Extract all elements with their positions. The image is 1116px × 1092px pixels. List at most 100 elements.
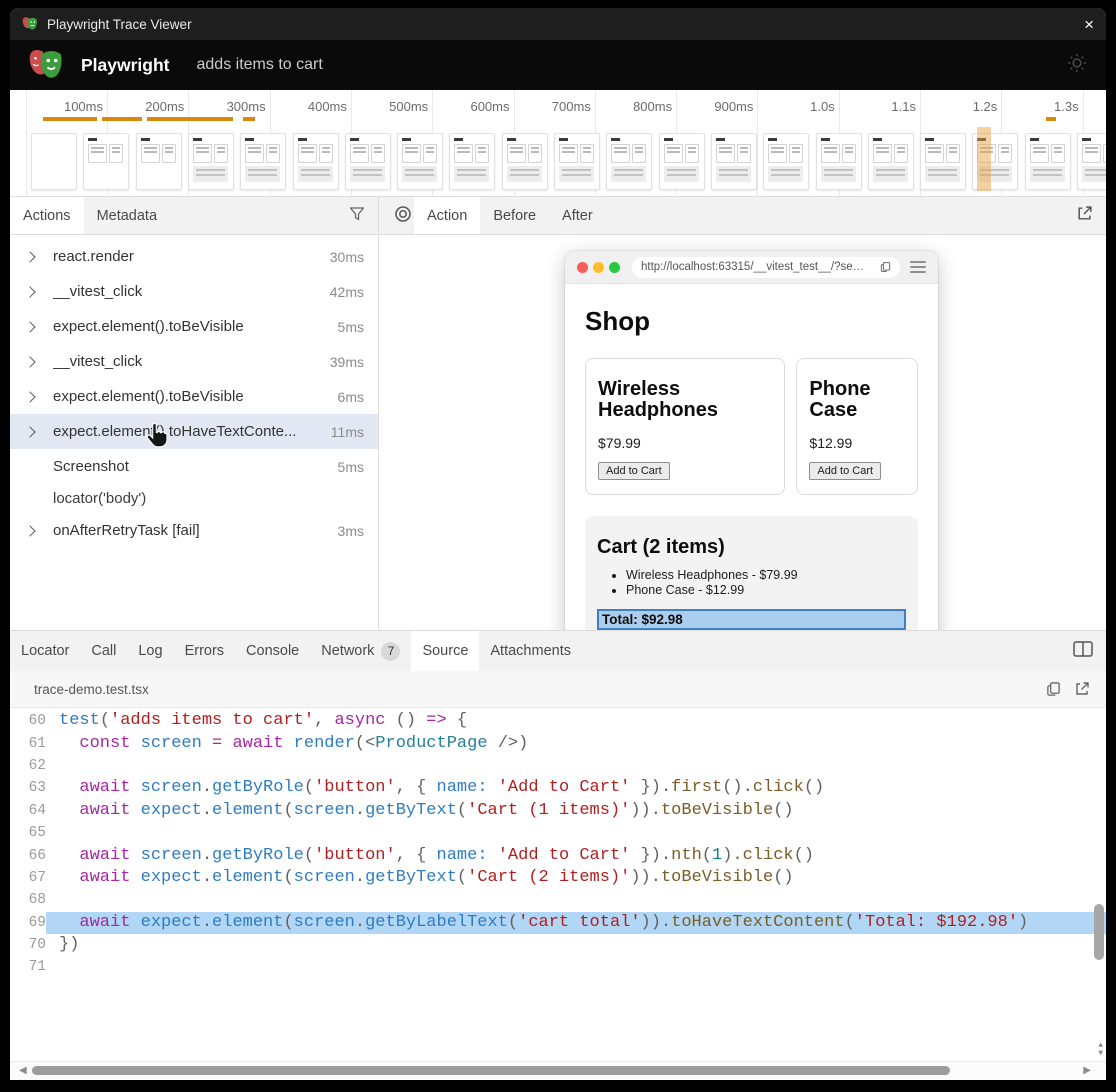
thumb-product-card: [946, 144, 960, 163]
timeline-thumbnail[interactable]: [449, 133, 495, 190]
tab-network[interactable]: Network7: [310, 631, 411, 671]
close-window-button[interactable]: ×: [1084, 16, 1094, 33]
timeline-thumbnail[interactable]: [136, 133, 182, 190]
snapshot-browser-window: http://localhost:63315/__vitest_test__/?…: [565, 251, 938, 630]
chevron-right-icon[interactable]: [26, 253, 43, 261]
tab-before[interactable]: Before: [480, 197, 549, 234]
url-bar[interactable]: http://localhost:63315/__vitest_test__/?…: [632, 257, 900, 278]
action-list-item[interactable]: expect.element().toHaveTextConte...11ms: [10, 414, 378, 449]
tab-locator[interactable]: Locator: [10, 631, 80, 671]
timeline-thumbnail[interactable]: [816, 133, 862, 190]
timeline-thumbnail[interactable]: [188, 133, 234, 190]
browser-menu-icon[interactable]: [910, 261, 926, 273]
chevron-right-icon[interactable]: [26, 393, 43, 401]
action-list: react.render30ms__vitest_click42msexpect…: [10, 235, 378, 630]
tab-call[interactable]: Call: [80, 631, 127, 671]
timeline-tick-label: 500ms: [356, 99, 428, 114]
thumb-product-card: [88, 144, 107, 163]
settings-gear-icon[interactable]: [1066, 52, 1088, 79]
timeline-tick-label: 300ms: [194, 99, 266, 114]
action-list-item[interactable]: Screenshot5ms: [10, 449, 378, 484]
action-list-item[interactable]: expect.element().toBeVisible6ms: [10, 379, 378, 414]
horizontal-scrollbar-thumb[interactable]: [32, 1066, 950, 1075]
vertical-scrollbar-thumb[interactable]: [1094, 904, 1104, 960]
timeline-thumbnail[interactable]: [554, 133, 600, 190]
timeline-tick-label: 600ms: [438, 99, 510, 114]
thumb-cart-block: [873, 166, 908, 182]
traffic-light-green[interactable]: [609, 262, 620, 273]
thumb-product-card: [507, 144, 526, 163]
horizontal-scrollbar[interactable]: ◀ ▶: [10, 1061, 1106, 1080]
thumb-cart-block: [559, 166, 594, 182]
timeline-thumbnail[interactable]: [1077, 133, 1106, 190]
timeline-thumbnail[interactable]: [1025, 133, 1071, 190]
traffic-light-yellow[interactable]: [593, 262, 604, 273]
timeline-thumbnail[interactable]: [606, 133, 652, 190]
open-source-external-icon[interactable]: [1074, 681, 1090, 697]
timeline-thumbnail[interactable]: [240, 133, 286, 190]
tab-console[interactable]: Console: [235, 631, 310, 671]
split-view-icon[interactable]: [1073, 641, 1093, 661]
thumb-cart-block: [454, 166, 489, 182]
open-external-icon[interactable]: [1076, 205, 1093, 226]
bottom-tab-label: Locator: [21, 643, 69, 659]
chevron-right-icon[interactable]: [26, 358, 43, 366]
timeline-thumbnail[interactable]: [502, 133, 548, 190]
thumb-product-card: [716, 144, 735, 163]
product-name: Wireless Headphones: [598, 379, 772, 421]
traffic-light-red[interactable]: [577, 262, 588, 273]
tab-after[interactable]: After: [549, 197, 606, 234]
thumb-product-card: [789, 144, 803, 163]
shop-heading: Shop: [585, 306, 918, 337]
timeline-tick-label: 100ms: [31, 99, 103, 114]
chevron-right-icon[interactable]: [26, 323, 43, 331]
tab-log[interactable]: Log: [127, 631, 173, 671]
action-list-item[interactable]: onAfterRetryTask [fail]3ms: [10, 513, 378, 548]
add-to-cart-button[interactable]: Add to Cart: [598, 462, 670, 480]
action-list-item[interactable]: __vitest_click39ms: [10, 344, 378, 379]
chevron-right-icon[interactable]: [26, 288, 43, 296]
timeline-thumbnail[interactable]: [763, 133, 809, 190]
scroll-right-arrow[interactable]: ▶: [1083, 1065, 1091, 1076]
target-icon[interactable]: [394, 205, 412, 227]
timeline-tick-label: 800ms: [600, 99, 672, 114]
timeline-thumbnail[interactable]: [711, 133, 757, 190]
scroll-left-arrow[interactable]: ◀: [19, 1065, 27, 1076]
timeline-thumbnail[interactable]: [31, 133, 77, 190]
tab-metadata[interactable]: Metadata: [84, 197, 170, 234]
vertical-scroll-arrows[interactable]: ▲▼: [1098, 1042, 1103, 1058]
timeline-thumbnail[interactable]: [83, 133, 129, 190]
timeline-thumbnail[interactable]: [397, 133, 443, 190]
tab-attachments[interactable]: Attachments: [479, 631, 582, 671]
tab-source[interactable]: Source: [411, 631, 479, 671]
action-duration: 39ms: [330, 354, 364, 370]
tab-errors[interactable]: Errors: [174, 631, 235, 671]
action-list-item[interactable]: react.render30ms: [10, 239, 378, 274]
filter-icon[interactable]: [349, 206, 365, 226]
thumb-product-card: [611, 144, 630, 163]
timeline-strip[interactable]: 100ms200ms300ms400ms500ms600ms700ms800ms…: [10, 90, 1106, 197]
code-line-highlighted: 69 await expect.element(screen.getByLabe…: [10, 912, 1106, 934]
timeline-thumbnail[interactable]: [345, 133, 391, 190]
timeline-thumbnail[interactable]: [293, 133, 339, 190]
tab-action[interactable]: Action: [414, 197, 480, 234]
timeline-thumbnail[interactable]: [659, 133, 705, 190]
chevron-right-icon[interactable]: [26, 527, 43, 535]
action-list-item[interactable]: __vitest_click42ms: [10, 274, 378, 309]
thumb-heading: [1082, 138, 1091, 141]
tab-actions[interactable]: Actions: [10, 197, 84, 234]
thumb-heading: [1030, 138, 1039, 141]
timeline-thumbnail[interactable]: [920, 133, 966, 190]
code-text: await screen.getByRole('button', { name:…: [46, 777, 1106, 799]
thumb-heading: [821, 138, 830, 141]
action-duration: 5ms: [338, 459, 364, 475]
timeline-thumbnail[interactable]: [868, 133, 914, 190]
chevron-right-icon[interactable]: [26, 428, 43, 436]
thumb-heading: [873, 138, 882, 141]
copy-source-icon[interactable]: [1046, 681, 1061, 697]
action-list-item[interactable]: expect.element().toBeVisible5ms: [10, 309, 378, 344]
cart-item-list: Wireless Headphones - $79.99Phone Case -…: [597, 568, 906, 598]
chevron-glyph: [24, 525, 35, 536]
copy-url-icon[interactable]: [880, 261, 891, 273]
add-to-cart-button[interactable]: Add to Cart: [809, 462, 881, 480]
